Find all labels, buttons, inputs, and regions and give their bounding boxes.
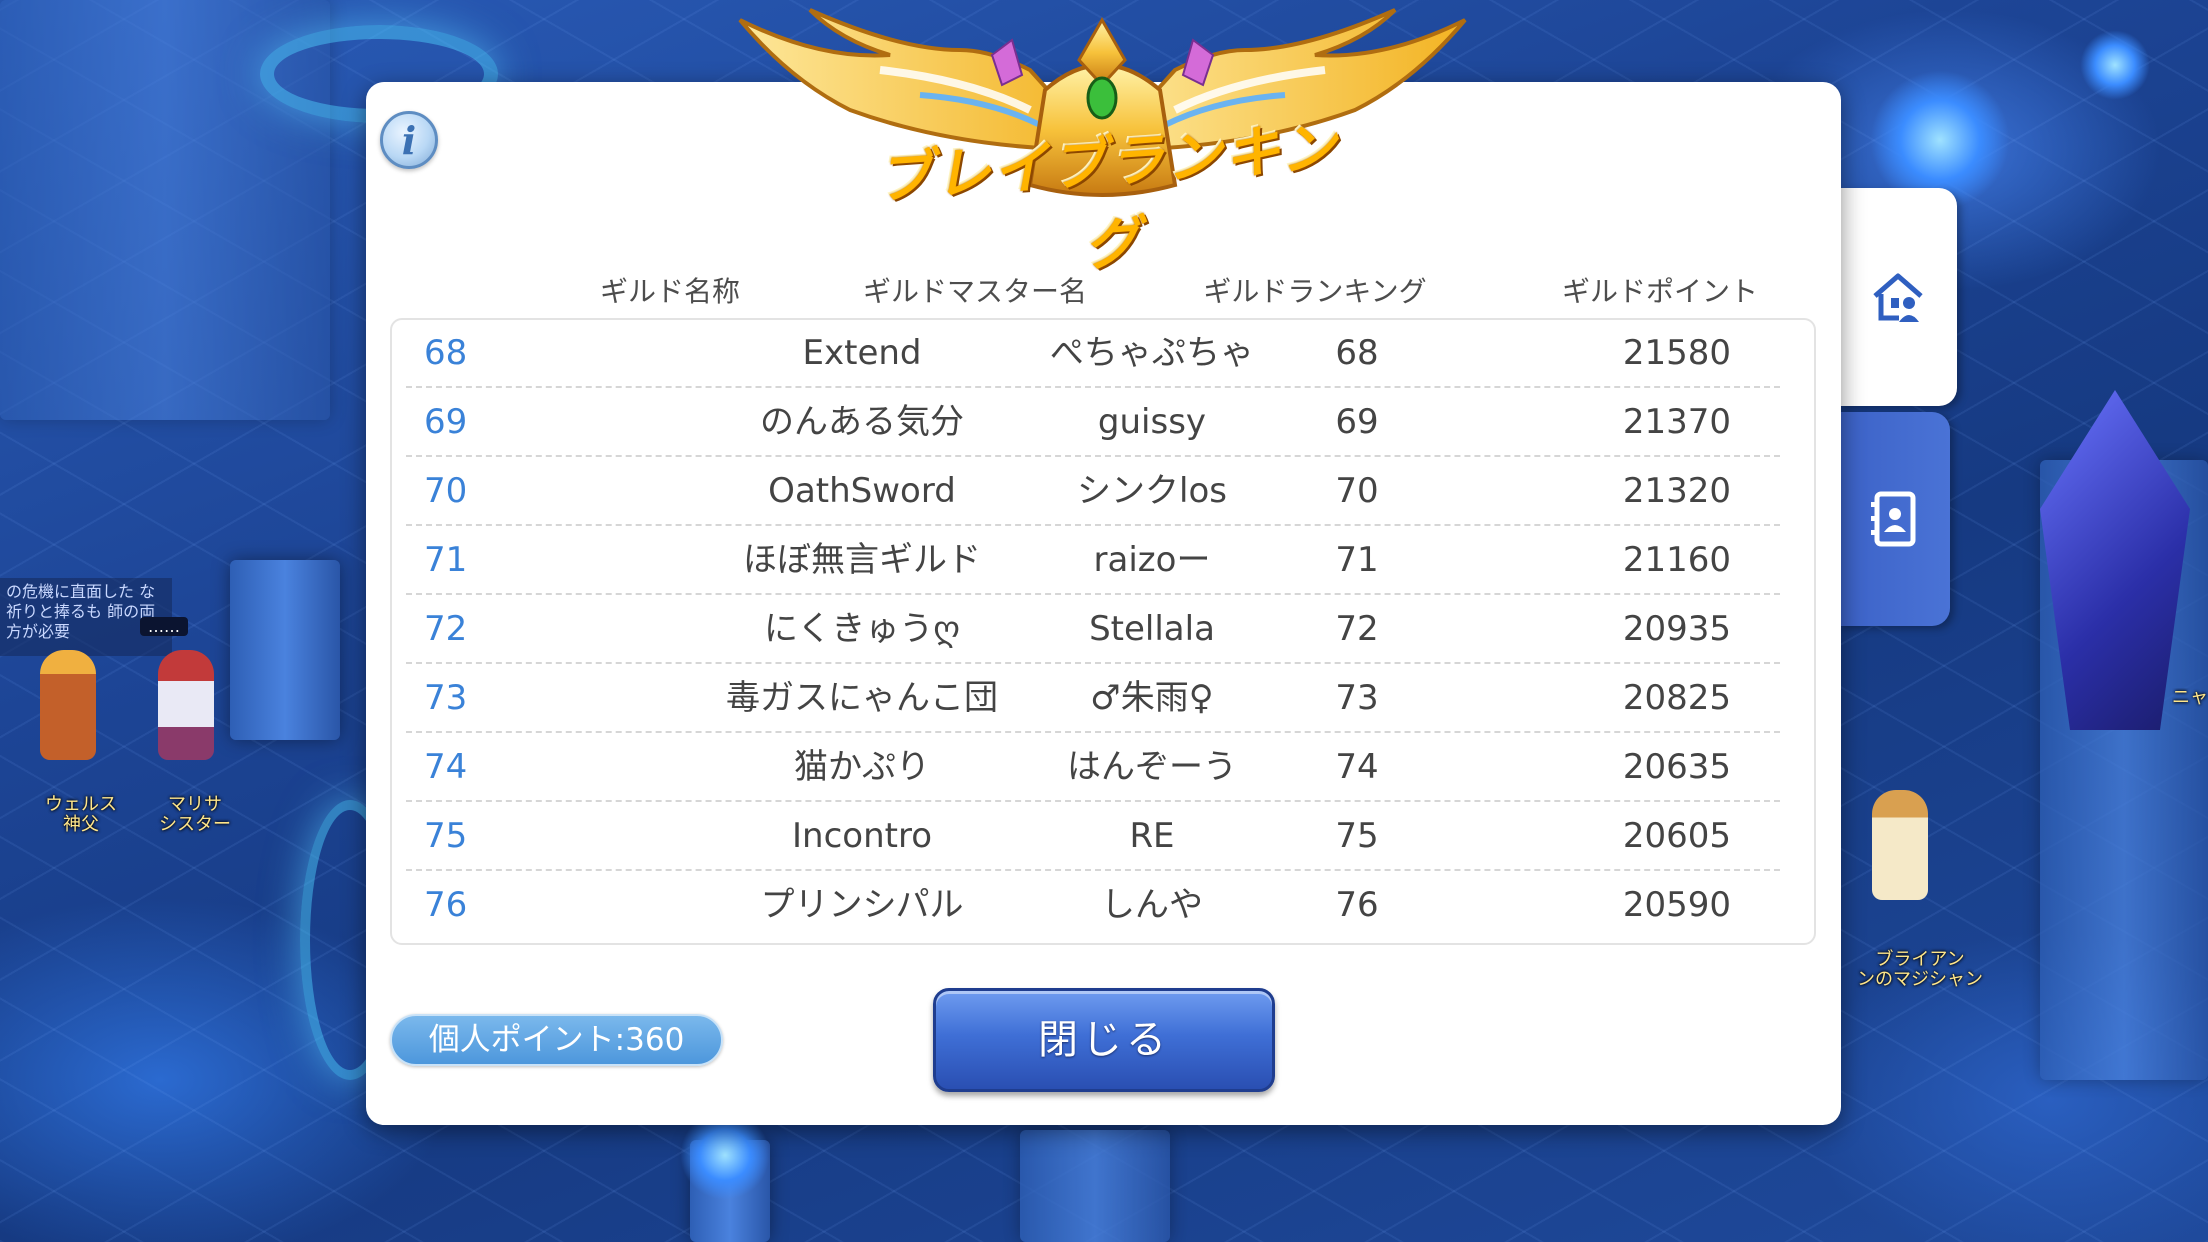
guild-points-value: 20590 xyxy=(1622,885,1732,925)
row-position: 70 xyxy=(424,471,468,511)
npc-sister-sprite xyxy=(158,650,214,760)
npc-priest-sprite xyxy=(40,650,96,760)
guild-name: 毒ガスにゃんこ団 xyxy=(726,678,998,718)
npc-priest[interactable] xyxy=(40,650,96,760)
guild-ranking-value: 68 xyxy=(1335,333,1379,373)
guild-name: Incontro xyxy=(792,816,932,856)
npc-sister-label: マリサ シスター xyxy=(159,794,231,835)
column-header-guild-ranking: ギルドランキング xyxy=(1203,275,1427,308)
guild-points-value: 21580 xyxy=(1622,333,1732,373)
guild-points-value: 20935 xyxy=(1622,609,1732,649)
table-row[interactable]: 74 猫かぷり はんぞーう 74 20635 xyxy=(392,733,1812,802)
info-icon: i xyxy=(401,117,417,163)
table-row[interactable]: 68 Extend ぺちゃぷちゃ 68 21580 xyxy=(392,319,1812,388)
guild-name: プリンシパル xyxy=(760,885,964,925)
guild-ranking-value: 76 xyxy=(1335,885,1379,925)
guild-ranking-value: 69 xyxy=(1335,402,1379,442)
table-row[interactable]: 70 OathSword シンクlos 70 21320 xyxy=(392,457,1812,526)
table-row[interactable]: 75 Incontro RE 75 20605 xyxy=(392,802,1812,871)
npc-magician-label: ブライアン ンのマジシャン xyxy=(1857,949,1983,990)
guild-ranking-value: 75 xyxy=(1335,816,1379,856)
info-button[interactable]: i xyxy=(380,111,438,169)
npc-typing-tag: …… xyxy=(140,617,188,636)
stone-pedestal xyxy=(230,560,340,740)
row-position: 71 xyxy=(424,540,468,580)
table-row[interactable]: 73 毒ガスにゃんこ団 ♂朱雨♀ 73 20825 xyxy=(392,664,1812,733)
guild-master-name: しんや xyxy=(1101,885,1203,925)
guild-ranking-value: 74 xyxy=(1335,747,1379,787)
guild-name: 猫かぷり xyxy=(794,747,930,787)
guild-points-value: 21370 xyxy=(1622,402,1732,442)
guild-master-name: シンクlos xyxy=(1077,471,1227,511)
guild-master-name: raizoー xyxy=(1093,540,1211,580)
member-book-icon xyxy=(1871,491,1916,547)
row-position: 76 xyxy=(424,885,468,925)
guild-master-name: ♂朱雨♀ xyxy=(1090,678,1214,718)
row-position: 74 xyxy=(424,747,468,787)
table-row[interactable]: 69 のんある気分 guissy 69 21370 xyxy=(392,388,1812,457)
guild-points-value: 20605 xyxy=(1622,816,1732,856)
pedestal-bottom xyxy=(1020,1130,1170,1242)
guild-master-name: Stellala xyxy=(1089,609,1215,649)
npc-magician-sprite xyxy=(1872,790,1928,900)
guild-house-icon xyxy=(1872,273,1923,322)
guild-points-value: 21160 xyxy=(1622,540,1732,580)
row-position: 75 xyxy=(424,816,468,856)
table-row[interactable]: 71 ほぼ無言ギルド raizoー 71 21160 xyxy=(392,526,1812,595)
guild-master-name: guissy xyxy=(1097,402,1207,442)
row-position: 73 xyxy=(424,678,468,718)
guild-ranking-value: 72 xyxy=(1335,609,1379,649)
guild-points-value: 20635 xyxy=(1622,747,1732,787)
guild-master-name: はんぞーう xyxy=(1067,747,1237,787)
guild-name: ほぼ無言ギルド xyxy=(743,540,981,580)
npc-edge-label: ニャ xyxy=(2172,688,2208,708)
close-button[interactable]: 閉じる xyxy=(933,988,1275,1092)
guild-master-name: ぺちゃぷちゃ xyxy=(1049,333,1255,373)
npc-sister[interactable] xyxy=(158,650,214,760)
tab-guild-ranking[interactable] xyxy=(1838,188,1957,406)
row-position: 69 xyxy=(424,402,468,442)
npc-priest-label: ウェルス 神父 xyxy=(45,794,117,835)
row-position: 68 xyxy=(424,333,468,373)
personal-points-badge: 個人ポイント:360 xyxy=(390,1014,723,1066)
npc-magician[interactable] xyxy=(1872,790,1928,900)
guild-master-name: RE xyxy=(1129,816,1175,856)
guild-name: のんある気分 xyxy=(760,402,964,442)
row-position: 72 xyxy=(424,609,468,649)
guild-points-value: 21320 xyxy=(1622,471,1732,511)
tab-member-book[interactable] xyxy=(1838,412,1950,626)
guild-name: にくきゅうღ xyxy=(763,609,961,649)
column-header-guild-name: ギルド名称 xyxy=(599,275,740,308)
guild-points-value: 20825 xyxy=(1622,678,1732,718)
guild-name: Extend xyxy=(802,333,922,373)
blue-lantern xyxy=(2080,30,2150,100)
column-header-guild-master: ギルドマスター名 xyxy=(862,275,1087,308)
column-header-guild-points: ギルドポイント xyxy=(1561,275,1758,308)
table-row[interactable]: 76 プリンシパル しんや 76 20590 xyxy=(392,871,1812,940)
guild-ranking-value: 70 xyxy=(1335,471,1379,511)
table-row[interactable]: 72 にくきゅうღ Stellala 72 20935 xyxy=(392,595,1812,664)
guild-ranking-value: 71 xyxy=(1335,540,1379,580)
guild-name: OathSword xyxy=(768,471,956,511)
guild-ranking-value: 73 xyxy=(1335,678,1379,718)
